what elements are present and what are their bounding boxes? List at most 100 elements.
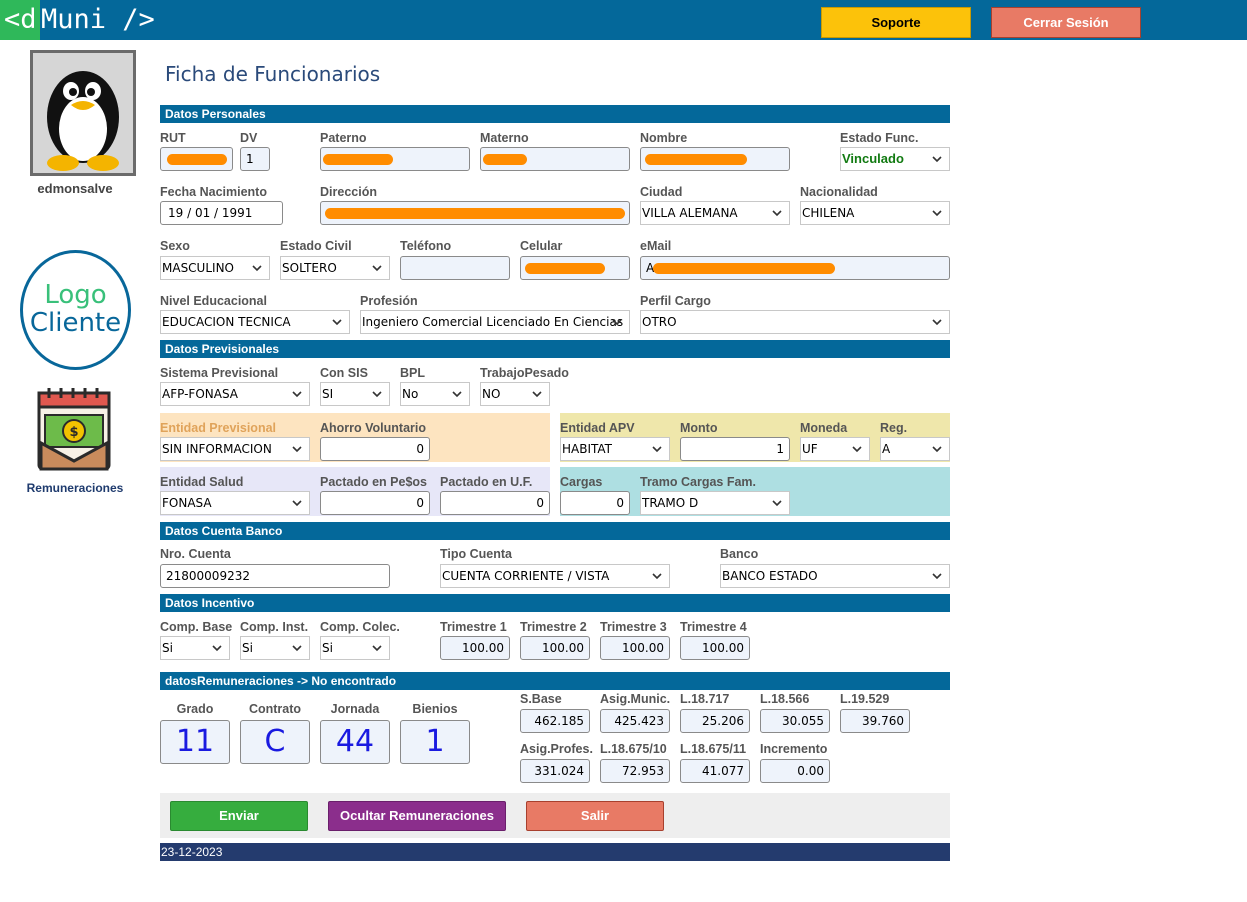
banco-label: Banco [720,547,759,561]
bienios-label: Bienios [412,702,458,716]
estado-func-label: Estado Func. [840,131,919,145]
nro-cuenta-input[interactable]: 21800009232 [160,564,390,588]
sexo-select[interactable]: MASCULINO [160,256,270,280]
celular-label: Celular [520,239,563,253]
ciudad-select[interactable]: VILLA ALEMANA [640,201,790,225]
dv-label: DV [240,131,258,145]
l19529-value[interactable]: 39.760 [840,709,910,733]
entidad-apv-select[interactable]: HABITAT [560,437,670,461]
paterno-input[interactable] [320,147,470,171]
estado-civil-select[interactable]: SOLTERO [280,256,390,280]
rut-input[interactable] [160,147,233,171]
cargas-input[interactable]: 0 [560,491,630,515]
ahorro-voluntario-input[interactable]: 0 [320,437,430,461]
comp-base-select[interactable]: Si [160,636,230,660]
chevron-down-icon [292,391,302,398]
reg-select[interactable]: A [880,437,950,461]
nacionalidad-value: CHILENA [802,206,855,220]
email-label: eMail [640,239,672,253]
entidad-previsional-select[interactable]: SIN INFORMACION [160,437,310,461]
monto-input[interactable]: 1 [680,437,790,461]
asig-munic-value[interactable]: 425.423 [600,709,670,733]
app-logo-text: Muni /> [41,4,155,35]
payroll-calendar-icon[interactable]: $ [37,387,113,477]
incremento-value[interactable]: 0.00 [760,759,830,783]
grado-value: 11 [160,720,230,764]
salir-button[interactable]: Salir [526,801,664,831]
chevron-down-icon [932,210,942,217]
trimestre-2-input[interactable]: 100.00 [520,636,590,660]
comp-inst-label: Comp. Inst. [240,620,309,634]
chevron-down-icon [652,573,662,580]
comp-colec-select[interactable]: Si [320,636,390,660]
estado-func-select[interactable]: Vinculado [840,147,950,171]
tipo-cuenta-select[interactable]: CUENTA CORRIENTE / VISTA [440,564,670,588]
asig-munic-label: Asig.Munic. [600,692,671,706]
enviar-button[interactable]: Enviar [170,801,308,831]
comp-base-label: Comp. Base [160,620,233,634]
client-logo: Logo Cliente [20,250,131,370]
celular-input[interactable] [520,256,630,280]
trimestre-1-label: Trimestre 1 [440,620,507,634]
l18566-value[interactable]: 30.055 [760,709,830,733]
telefono-label: Teléfono [400,239,452,253]
pactado-pesos-label: Pactado en Pe$os [320,475,427,489]
materno-input[interactable] [480,147,630,171]
redaction-mark [483,154,527,165]
penguin-icon [33,53,133,173]
redaction-mark [167,154,227,165]
profesion-value: Ingeniero Comercial Licenciado En Cienci… [362,315,624,329]
tramo-cargas-select[interactable]: TRAMO D [640,491,790,515]
perfil-cargo-select[interactable]: OTRO [640,310,950,334]
bpl-value: No [402,387,419,401]
svg-text:$: $ [69,425,78,440]
l18675-11-value[interactable]: 41.077 [680,759,750,783]
sbase-value[interactable]: 462.185 [520,709,590,733]
soporte-button[interactable]: Soporte [821,7,971,38]
cerrar-sesion-button[interactable]: Cerrar Sesión [991,7,1141,38]
sistema-previsional-value: AFP-FONASA [162,387,238,401]
pactado-uf-input[interactable]: 0 [440,491,550,515]
ocultar-remuneraciones-button[interactable]: Ocultar Remuneraciones [328,801,506,831]
redaction-mark [653,263,835,274]
jornada-label: Jornada [330,702,380,716]
trimestre-1-input[interactable]: 100.00 [440,636,510,660]
chevron-down-icon [852,446,862,453]
trabajo-pesado-value: NO [482,387,501,401]
pactado-pesos-input[interactable]: 0 [320,491,430,515]
nacionalidad-select[interactable]: CHILENA [800,201,950,225]
comp-inst-select[interactable]: Si [240,636,310,660]
entidad-salud-select[interactable]: FONASA [160,491,310,515]
section-datos-remuneraciones: datosRemuneraciones -> No encontrado [160,672,950,690]
bpl-select[interactable]: No [400,382,470,406]
telefono-input[interactable] [400,256,510,280]
nombre-label: Nombre [640,131,688,145]
redaction-mark [645,154,747,165]
entidad-salud-value: FONASA [162,496,212,510]
profesion-select[interactable]: Ingeniero Comercial Licenciado En Cienci… [360,310,630,334]
dv-input[interactable]: 1 [240,147,270,171]
direccion-label: Dirección [320,185,377,199]
email-input[interactable]: A [640,256,950,280]
entidad-salud-label: Entidad Salud [160,475,244,489]
sistema-previsional-label: Sistema Previsional [160,366,279,380]
trabajo-pesado-select[interactable]: NO [480,382,550,406]
moneda-select[interactable]: UF [800,437,870,461]
entidad-previsional-value: SIN INFORMACION [162,442,272,456]
fecha-nacimiento-label: Fecha Nacimiento [160,185,267,199]
remuneraciones-link[interactable]: Remuneraciones [20,481,130,495]
fecha-nacimiento-input[interactable]: 19 / 01 / 1991 [160,201,283,225]
nombre-input[interactable] [640,147,790,171]
nivel-educacional-select[interactable]: EDUCACION TECNICA [160,310,350,334]
con-sis-select[interactable]: SI [320,382,390,406]
trimestre-3-input[interactable]: 100.00 [600,636,670,660]
l18675-10-value[interactable]: 72.953 [600,759,670,783]
banco-select[interactable]: BANCO ESTADO [720,564,950,588]
ciudad-value: VILLA ALEMANA [642,206,738,220]
sistema-previsional-select[interactable]: AFP-FONASA [160,382,310,406]
asig-profes-value[interactable]: 331.024 [520,759,590,783]
chevron-down-icon [772,500,782,507]
direccion-input[interactable] [320,201,630,225]
trimestre-4-input[interactable]: 100.00 [680,636,750,660]
l18717-value[interactable]: 25.206 [680,709,750,733]
